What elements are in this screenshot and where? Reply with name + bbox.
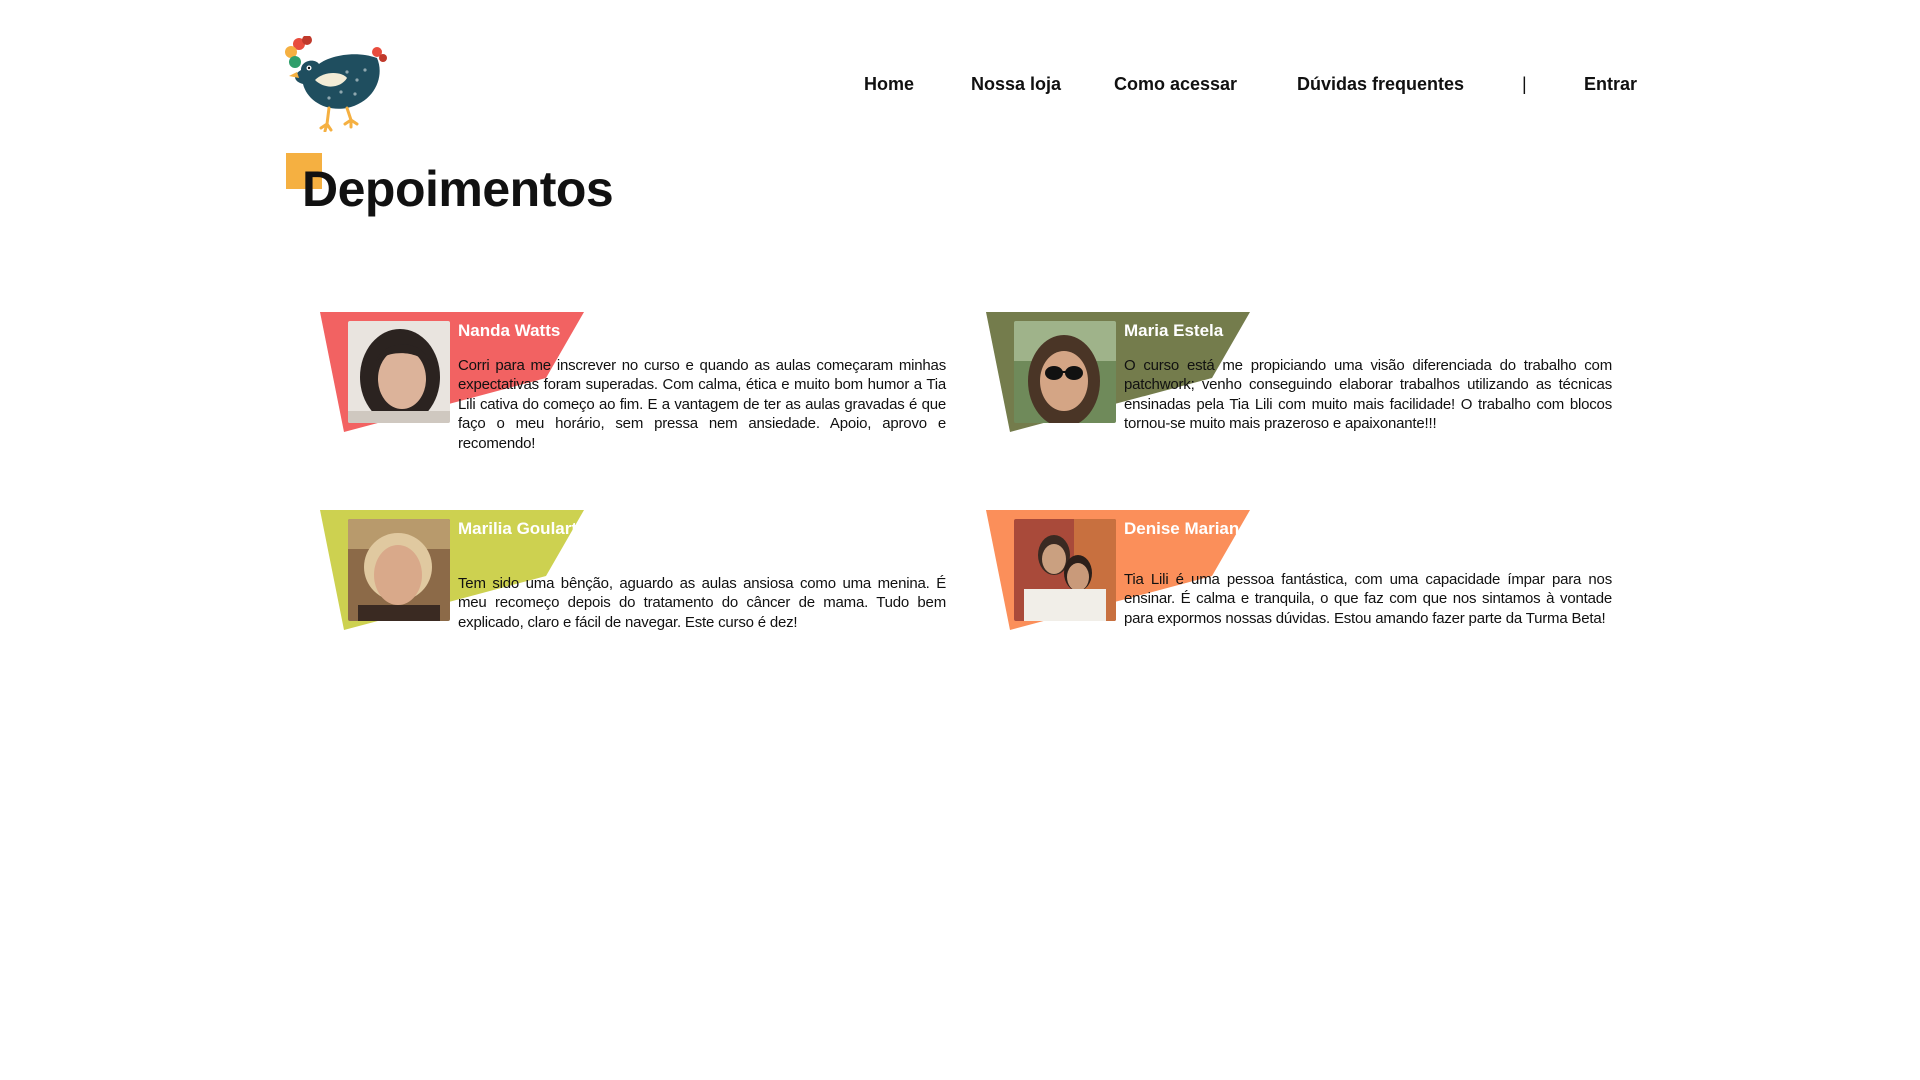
nav-home[interactable]: Home [864,72,914,96]
testimonial-text: O curso está me propiciando uma visão di… [1124,357,1612,433]
nav-duvidas-frequentes[interactable]: Dúvidas frequentes [1297,72,1464,96]
nav-nossa-loja[interactable]: Nossa loja [971,72,1061,96]
avatar [348,321,450,423]
testimonial-card: Maria Estela O curso está me propiciando… [986,312,1626,472]
avatar [1014,321,1116,423]
login-link[interactable]: Entrar [1584,72,1637,96]
testimonial-name: Nanda Watts [458,321,561,340]
testimonial-card: Marilia Goulart Tem sido uma bênção, agu… [320,510,960,670]
testimonial-name: Marilia Goulart [458,519,578,538]
testimonial-card: Denise Mariano Tia Lili é uma pessoa fan… [986,510,1626,670]
main-nav: Home Nossa loja Como acessar Dúvidas fre… [0,72,1920,96]
testimonial-text: Tia Lili é uma pessoa fantástica, com um… [1124,571,1612,627]
testimonial-name: Maria Estela [1124,321,1224,340]
page-title: Depoimentos [302,161,614,217]
nav-separator: | [1522,74,1527,94]
testimonial-name: Denise Mariano [1124,519,1250,538]
nav-como-acessar[interactable]: Como acessar [1114,72,1237,96]
page: Home Nossa loja Como acessar Dúvidas fre… [0,0,1920,1080]
testimonial-text: Tem sido uma bênção, aguardo as aulas an… [458,575,946,631]
avatar [348,519,450,621]
testimonial-text: Corri para me inscrever no curso e quand… [458,357,946,452]
avatar [1014,519,1116,621]
testimonial-card: Nanda Watts Corri para me inscrever no c… [320,312,960,472]
